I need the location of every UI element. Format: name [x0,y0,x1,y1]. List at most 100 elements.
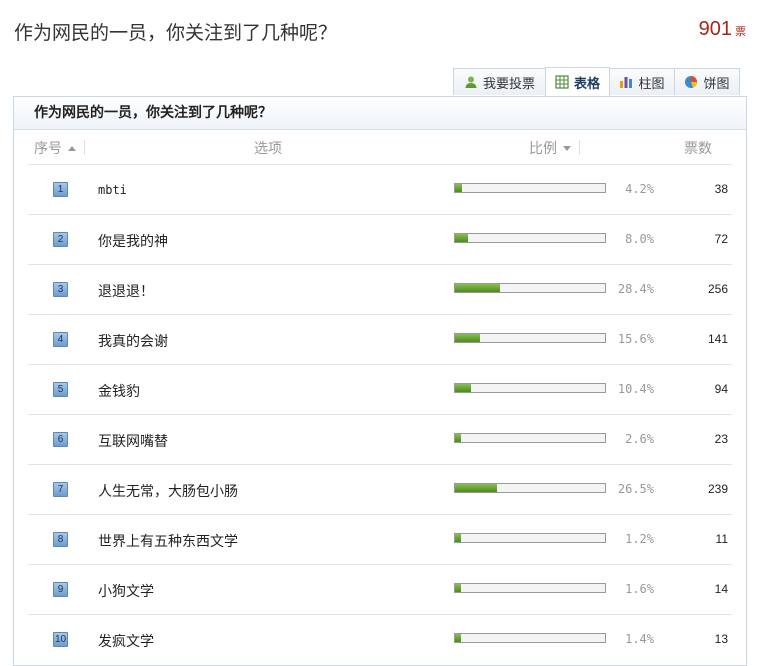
ratio-bar-fill [455,334,480,342]
header-divider [84,140,85,155]
vote-count: 239 [707,482,728,496]
ratio-bar [454,483,606,493]
percent-value: 1.4% [625,632,654,646]
percent-value: 2.6% [625,432,654,446]
row-index-badge: 7 [53,482,68,497]
row-index-badge: 6 [53,432,68,447]
row-index-badge: 9 [53,582,68,597]
tab-vote[interactable]: 我要投票 [453,68,546,95]
tab-table-label: 表格 [573,76,600,92]
option-label: 我真的会谢 [98,334,168,350]
view-tabs: 我要投票 表格 柱图 饼图 [453,67,740,96]
bar-chart-icon [619,75,633,89]
header-divider [579,140,580,155]
option-label: 你是我的神 [98,234,168,250]
ratio-bar-fill [455,584,461,592]
row-index-badge: 5 [53,382,68,397]
row-index-badge: 4 [53,332,68,347]
user-icon [464,75,478,89]
percent-value: 28.4% [617,282,654,296]
ratio-bar-fill [455,234,468,242]
percent-value: 26.5% [617,482,654,496]
ratio-bar [454,283,606,293]
table-row: 3 退退退！ 28.4% 256 [14,265,746,315]
percent-value: 8.0% [625,232,654,246]
row-index-badge: 10 [53,632,68,647]
table-row: 4 我真的会谢 15.6% 141 [14,315,746,365]
table-row: 7 人生无常，大肠包小肠 26.5% 239 [14,465,746,515]
table-row: 5 金钱豹 10.4% 94 [14,365,746,415]
results-table: 1 mbti 4.2% 38 2 你是我的神 8.0% 72 3 退退退！ 28.4% 256 4 我真的… [14,165,746,665]
vote-count: 38 [714,182,728,196]
header-ratio-label: 比例 [529,141,557,157]
option-label: 世界上有五种东西文学 [98,534,238,550]
ratio-bar-fill [455,284,500,292]
option-label: 发疯文学 [98,634,154,650]
ratio-bar-fill [455,384,472,392]
panel-title: 作为网民的一员，你关注到了几种呢？ [14,97,746,130]
table-row: 8 世界上有五种东西文学 1.2% 11 [14,515,746,565]
question-title: 作为网民的一员，你关注到了几种呢？ [14,22,338,44]
ratio-bar [454,433,606,443]
sort-asc-icon [68,146,76,151]
votes-unit: 票 [735,25,746,38]
pie-chart-icon [684,75,698,89]
ratio-bar [454,183,606,193]
table-header: 序号 选项 比例 票数 [14,130,746,164]
vote-count: 72 [714,232,728,246]
vote-count: 141 [707,332,728,346]
table-icon [555,75,569,89]
header-ratio[interactable]: 比例 [529,138,571,158]
option-label: 小狗文学 [98,584,154,600]
option-label: 人生无常，大肠包小肠 [98,484,238,500]
vote-count: 256 [707,282,728,296]
ratio-bar-fill [455,434,461,442]
total-votes: 901 票 [699,18,746,41]
header-votes: 票数 [684,141,712,157]
table-row: 6 互联网嘴替 2.6% 23 [14,415,746,465]
tab-pie-chart-label: 饼图 [703,76,730,92]
row-index-badge: 2 [53,232,68,247]
ratio-bar-fill [455,534,461,542]
tab-vote-label: 我要投票 [482,76,535,92]
ratio-bar [454,233,606,243]
total-votes-number: 901 [698,18,732,40]
header-index-label: 序号 [34,141,62,157]
ratio-bar-fill [455,484,497,492]
option-label: 退退退！ [98,284,154,300]
option-label: mbti [98,183,127,197]
ratio-bar [454,533,606,543]
percent-value: 1.6% [625,582,654,596]
percent-value: 15.6% [617,332,654,346]
vote-count: 23 [714,432,728,446]
row-index-badge: 1 [53,182,68,197]
ratio-bar [454,383,606,393]
sort-desc-icon [563,146,571,151]
tab-bar-chart-label: 柱图 [638,76,665,92]
row-index-badge: 8 [53,532,68,547]
percent-value: 4.2% [625,182,654,196]
ratio-bar [454,333,606,343]
ratio-bar [454,633,606,643]
option-label: 金钱豹 [98,384,140,400]
table-row: 9 小狗文学 1.6% 14 [14,565,746,615]
tab-bar-chart[interactable]: 柱图 [609,68,675,95]
percent-value: 1.2% [625,532,654,546]
tab-pie-chart[interactable]: 饼图 [674,68,740,95]
option-label: 互联网嘴替 [98,434,168,450]
table-row: 10 发疯文学 1.4% 13 [14,615,746,665]
table-row: 1 mbti 4.2% 38 [14,165,746,215]
table-row: 2 你是我的神 8.0% 72 [14,215,746,265]
row-index-badge: 3 [53,282,68,297]
header-index[interactable]: 序号 [34,138,76,158]
ratio-bar-fill [455,184,462,192]
header-option: 选项 [254,141,282,157]
ratio-bar [454,583,606,593]
ratio-bar-fill [455,634,461,642]
vote-count: 11 [715,532,728,546]
vote-count: 13 [714,632,728,646]
percent-value: 10.4% [617,382,654,396]
vote-count: 14 [714,582,728,596]
tab-table[interactable]: 表格 [545,67,610,96]
vote-count: 94 [714,382,728,396]
